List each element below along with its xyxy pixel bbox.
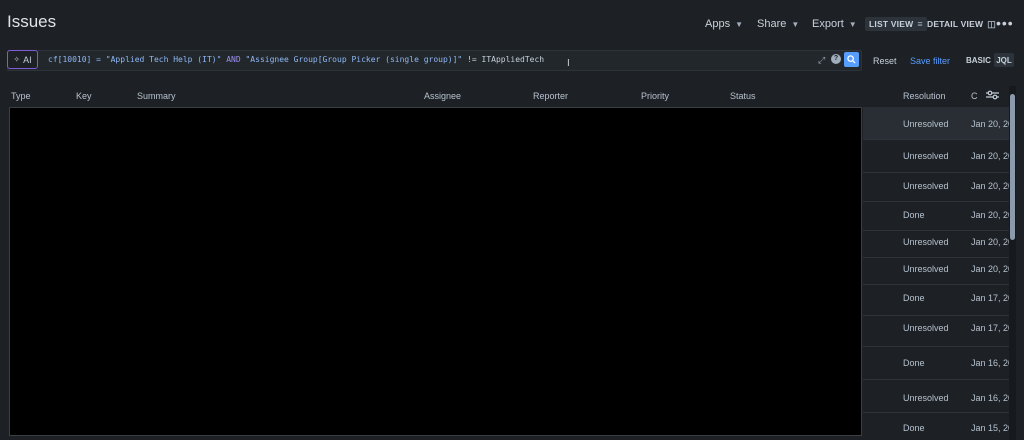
- chevron-down-icon: ▼: [735, 19, 743, 29]
- column-header-created[interactable]: C: [971, 91, 978, 101]
- redacted-issue-columns: [9, 107, 862, 436]
- issue-table-rows: Unresolved Jan 20, 20 Unresolved Jan 20,…: [863, 107, 1009, 440]
- resolution-cell: Unresolved: [903, 393, 949, 403]
- column-settings-icon[interactable]: [986, 90, 999, 103]
- column-header-summary[interactable]: Summary: [137, 91, 176, 101]
- column-header-assignee[interactable]: Assignee: [424, 91, 461, 101]
- resolution-cell: Unresolved: [903, 237, 949, 247]
- table-row[interactable]: Unresolved Jan 17, 20: [863, 316, 1009, 347]
- ai-button[interactable]: ✧ AI: [7, 50, 38, 69]
- apps-button[interactable]: Apps ▼: [705, 18, 743, 30]
- resolution-cell: Unresolved: [903, 181, 949, 191]
- table-row[interactable]: Done Jan 20, 20: [863, 202, 1009, 231]
- table-row[interactable]: Done Jan 16, 20: [863, 347, 1009, 380]
- resolution-cell: Unresolved: [903, 264, 949, 274]
- list-view-label: LIST VIEW: [869, 19, 914, 29]
- resolution-cell: Unresolved: [903, 323, 949, 333]
- table-row[interactable]: Unresolved Jan 20, 20: [863, 140, 1009, 173]
- chevron-down-icon: ▼: [848, 19, 857, 29]
- apps-label: Apps: [705, 18, 731, 30]
- jql-clause-1: cf[10010] = "Applied Tech Help (IT)": [48, 55, 227, 64]
- table-row[interactable]: Unresolved Jan 20, 20: [863, 173, 1009, 202]
- more-actions-button[interactable]: •••: [996, 15, 1014, 31]
- export-button[interactable]: Export ▼: [812, 18, 857, 30]
- resolution-cell: Done: [903, 210, 925, 220]
- column-header-reporter[interactable]: Reporter: [533, 91, 568, 101]
- table-row[interactable]: Unresolved Jan 16, 20: [863, 380, 1009, 413]
- created-cell: Jan 20, 20: [971, 181, 1009, 191]
- save-filter-button[interactable]: Save filter: [910, 56, 950, 66]
- scrollbar-thumb[interactable]: [1010, 94, 1015, 240]
- export-label: Export: [812, 18, 844, 30]
- column-header-status[interactable]: Status: [730, 91, 756, 101]
- table-row[interactable]: Done Jan 15, 20: [863, 413, 1009, 440]
- created-cell: Jan 16, 20: [971, 393, 1009, 403]
- created-cell: Jan 20, 20: [971, 237, 1009, 247]
- chevron-down-icon: ▼: [791, 19, 800, 29]
- created-cell: Jan 17, 20: [971, 293, 1009, 303]
- jql-clause-2: "Assignee Group[Group Picker (single gro…: [240, 55, 468, 64]
- share-label: Share: [757, 18, 787, 30]
- basic-toggle[interactable]: BASIC: [966, 56, 991, 65]
- jql-keyword-and: AND: [226, 55, 241, 64]
- text-cursor-icon: I: [567, 58, 570, 69]
- detail-view-icon: ◫: [987, 18, 996, 29]
- jql-operator: !=: [467, 55, 477, 64]
- column-header-type[interactable]: Type: [11, 91, 31, 101]
- ai-label: AI: [23, 54, 32, 65]
- column-header-key[interactable]: Key: [76, 91, 92, 101]
- jql-clause-3: ITAppliedTech: [476, 55, 545, 64]
- jql-toggle[interactable]: JQL: [994, 53, 1014, 67]
- sparkle-icon: ✧: [13, 55, 21, 64]
- resolution-cell: Done: [903, 293, 925, 303]
- table-header: Type Key Summary Assignee Reporter Prior…: [0, 86, 1010, 106]
- resolution-cell: Done: [903, 423, 925, 433]
- list-view-button[interactable]: LIST VIEW ≡: [865, 17, 927, 31]
- resolution-cell: Unresolved: [903, 151, 949, 161]
- created-cell: Jan 20, 20: [971, 210, 1009, 220]
- created-cell: Jan 15, 20: [971, 423, 1009, 433]
- search-icon: [847, 55, 856, 64]
- share-button[interactable]: Share ▼: [757, 18, 799, 30]
- column-header-resolution[interactable]: Resolution: [903, 91, 946, 101]
- created-cell: Jan 20, 20: [971, 264, 1009, 274]
- created-cell: Jan 20, 20: [971, 151, 1009, 161]
- table-row[interactable]: Unresolved Jan 20, 20: [863, 258, 1009, 285]
- table-row[interactable]: Done Jan 17, 20: [863, 285, 1009, 316]
- reset-button[interactable]: Reset: [873, 56, 897, 66]
- created-cell: Jan 16, 20: [971, 358, 1009, 368]
- created-cell: Jan 17, 20: [971, 323, 1009, 333]
- expand-icon[interactable]: ⤢: [818, 55, 825, 66]
- list-icon: ≡: [917, 19, 923, 29]
- jql-query-text[interactable]: cf[10010] = "Applied Tech Help (IT)" AND…: [48, 55, 544, 64]
- detail-view-button[interactable]: DETAIL VIEW ◫: [923, 17, 1000, 31]
- top-bar: Issues Apps ▼ Share ▼ Export ▼ LIST VIEW…: [0, 0, 1024, 48]
- help-icon[interactable]: ?: [831, 54, 841, 64]
- resolution-cell: Done: [903, 358, 925, 368]
- created-cell: Jan 20, 20: [971, 119, 1009, 129]
- column-header-priority[interactable]: Priority: [641, 91, 669, 101]
- table-row[interactable]: Unresolved Jan 20, 20: [863, 107, 1009, 140]
- search-button[interactable]: [844, 52, 859, 67]
- resolution-cell: Unresolved: [903, 119, 949, 129]
- page-title: Issues: [7, 12, 57, 31]
- detail-view-label: DETAIL VIEW: [927, 19, 984, 29]
- table-row[interactable]: Unresolved Jan 20, 20: [863, 231, 1009, 258]
